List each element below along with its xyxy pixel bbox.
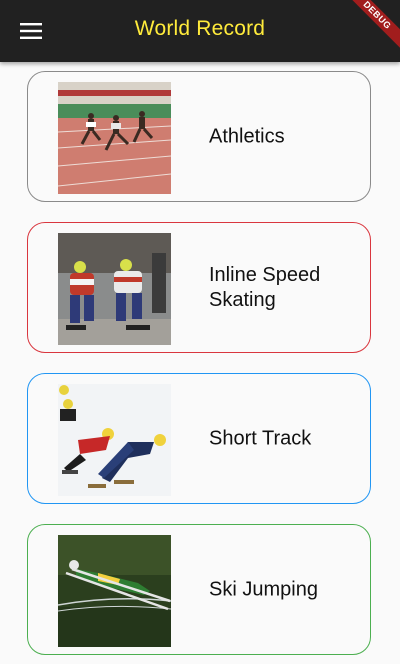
- athletics-image: [58, 82, 171, 194]
- inline-speed-skating-image: [58, 233, 171, 345]
- sport-card-athletics[interactable]: Athletics: [27, 71, 371, 202]
- app-title: World Record: [134, 17, 266, 40]
- sport-card-ski-jumping[interactable]: Ski Jumping: [27, 524, 371, 655]
- sport-label: Athletics: [209, 125, 285, 147]
- sport-card-inline-speed-skating[interactable]: Inline Speed Skating: [27, 222, 371, 353]
- sport-card-short-track[interactable]: Short Track: [27, 373, 371, 504]
- sport-label: Ski Jumping: [209, 578, 318, 600]
- short-track-image: [58, 384, 171, 496]
- sport-label: Inline Speed Skating: [209, 263, 321, 311]
- ski-jumping-image: [58, 535, 171, 647]
- sport-label: Short Track: [209, 427, 312, 449]
- app-bar: World Record DEBUG: [0, 0, 400, 62]
